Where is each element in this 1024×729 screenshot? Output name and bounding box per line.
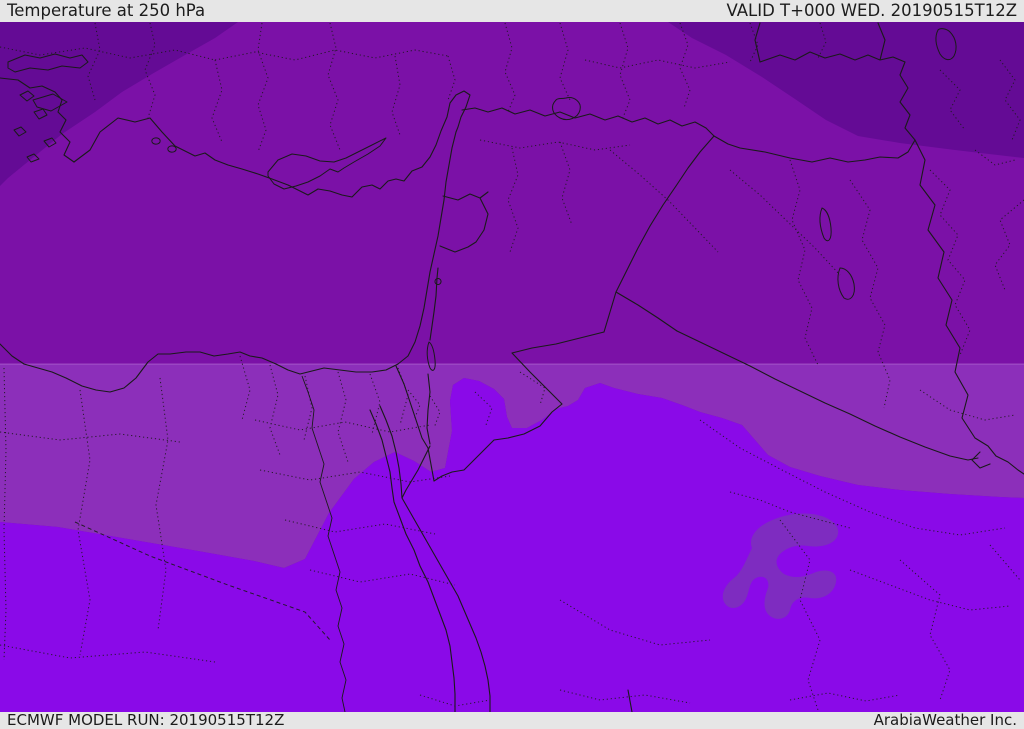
valid-time-label: VALID T+000 WED. 20190515T12Z: [726, 1, 1017, 20]
map-area: [0, 22, 1024, 712]
header-bar: Temperature at 250 hPa VALID T+000 WED. …: [0, 0, 1024, 22]
credit-label: ArabiaWeather Inc.: [873, 711, 1017, 729]
model-run-label: ECMWF MODEL RUN: 20190515T12Z: [7, 711, 285, 729]
map-title: Temperature at 250 hPa: [7, 1, 206, 20]
weather-map-window: Temperature at 250 hPa VALID T+000 WED. …: [0, 0, 1024, 729]
footer-bar: ECMWF MODEL RUN: 20190515T12Z ArabiaWeat…: [0, 712, 1024, 729]
temperature-map-svg: [0, 22, 1024, 712]
